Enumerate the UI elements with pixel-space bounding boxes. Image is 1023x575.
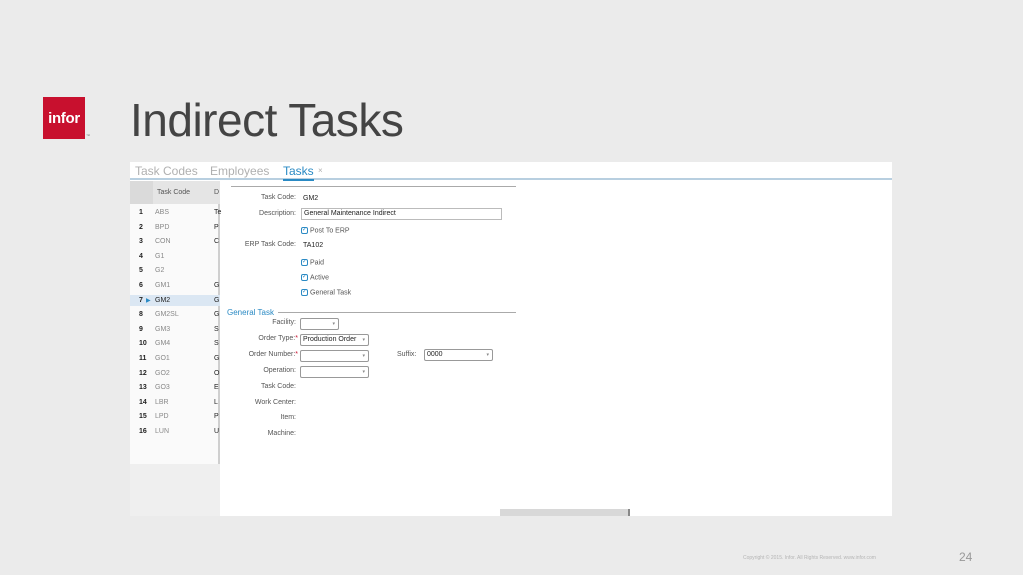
tab-bar: Task Codes Employees Tasks ×: [130, 162, 892, 181]
general-task-section-title: General Task: [227, 308, 274, 317]
chevron-down-icon: ▾: [362, 369, 365, 375]
slide-title: Indirect Tasks: [130, 94, 404, 146]
table-row[interactable]: 6 GM1 G: [130, 280, 220, 291]
row-description: G: [214, 311, 220, 319]
machine-label: Machine:: [267, 430, 296, 437]
item-label: Item:: [280, 414, 296, 421]
row-description: G: [214, 296, 220, 304]
row-task-code: ABS: [155, 209, 170, 216]
description-label: Description:: [259, 210, 296, 217]
row-task-code: GM3: [155, 325, 171, 333]
row-task-code: G2: [155, 267, 165, 275]
erp-task-code-value: TA102: [303, 242, 324, 249]
work-center-label: Work Center:: [254, 399, 296, 406]
row-number: 16: [139, 428, 147, 435]
chevron-down-icon: ▾: [332, 321, 335, 327]
row-task-code: GM1: [155, 282, 171, 289]
table-row[interactable]: 2 BPD P: [130, 222, 220, 233]
row-task-code: LUN: [155, 428, 170, 435]
row-description: G: [214, 282, 220, 289]
active-checkbox[interactable]: ✓ Active: [301, 274, 329, 281]
facility-select[interactable]: ▾: [300, 318, 339, 330]
row-task-code: GO2: [155, 369, 170, 377]
bottom-scrollbar[interactable]: [500, 509, 630, 516]
page-number: 24: [959, 550, 973, 564]
operation-label: Operation:: [263, 367, 296, 374]
operation-select[interactable]: ▾: [300, 366, 369, 378]
general-task-checkbox[interactable]: ✓ General Task: [301, 289, 351, 296]
row-task-code: BPD: [155, 223, 170, 231]
trademark-mark: ™: [86, 133, 90, 138]
row-task-code: G1: [155, 252, 165, 260]
app-screenshot: Task Codes Employees Tasks × Task Code D…: [130, 162, 892, 516]
row-number: 9: [139, 325, 143, 333]
infor-logo: infor: [43, 97, 85, 139]
row-number: 11: [139, 355, 147, 362]
row-number: 10: [139, 340, 147, 348]
row-number: 3: [139, 238, 143, 246]
row-number: 1: [139, 209, 143, 216]
row-number: 4: [139, 252, 143, 260]
grid-corner[interactable]: [130, 181, 153, 204]
row-description: S: [214, 325, 219, 333]
row-task-code: GO3: [155, 384, 170, 392]
row-task-code: LBR: [155, 398, 169, 406]
table-row[interactable]: 4 G1: [130, 251, 220, 262]
table-row[interactable]: 5 G2: [130, 265, 220, 276]
post-to-erp-checkbox[interactable]: ✓ Post To ERP: [301, 227, 350, 234]
row-number: 7: [139, 296, 143, 304]
current-row-arrow-icon: ▶: [146, 297, 151, 304]
order-number-select[interactable]: ▾: [300, 350, 369, 362]
row-number: 6: [139, 282, 143, 289]
row-number: 12: [139, 369, 147, 377]
task-code-grid: Task Code D 1 ABS Te 2 BPD P 3 CON C 4 G1 5 G2 6 GM1 G 7…: [130, 181, 221, 516]
row-description: P: [214, 223, 219, 231]
row-number: 14: [139, 398, 147, 406]
suffix-select[interactable]: 0000 ▾: [424, 349, 493, 361]
suffix-label: Suffix:: [397, 351, 417, 358]
close-tab-icon[interactable]: ×: [318, 166, 323, 175]
row-number: 15: [139, 413, 147, 421]
chevron-down-icon: ▾: [362, 353, 365, 359]
row-number: 5: [139, 267, 143, 275]
row-number: 8: [139, 311, 143, 319]
row-task-code: GM2: [155, 296, 171, 304]
row-task-code: GM2SL: [155, 311, 179, 319]
section-divider: [278, 312, 516, 313]
row-task-code: CON: [155, 238, 171, 246]
chevron-down-icon: ▾: [486, 352, 489, 358]
task-code-2-label: Task Code:: [260, 383, 296, 390]
checkbox-checked-icon: ✓: [301, 289, 308, 296]
checkbox-checked-icon: ✓: [301, 259, 308, 266]
paid-checkbox[interactable]: ✓ Paid: [301, 259, 324, 266]
copyright-text: Copyright © 2015. Infor. All Rights Rese…: [743, 555, 876, 561]
erp-task-code-label: ERP Task Code:: [244, 241, 296, 248]
row-number: 13: [139, 384, 147, 392]
grid-empty-area: [130, 464, 220, 516]
row-number: 2: [139, 223, 143, 231]
task-code-label: Task Code:: [260, 194, 296, 201]
row-task-code: GM4: [155, 340, 171, 348]
row-task-code: GO1: [155, 355, 170, 362]
tab-tasks[interactable]: Tasks: [283, 164, 314, 181]
row-task-code: LPD: [155, 413, 169, 421]
task-code-value: GM2: [303, 195, 319, 202]
task-detail-form: Task Code: GM2 Description: General Main…: [222, 181, 892, 516]
checkbox-checked-icon: ✓: [301, 274, 308, 281]
chevron-down-icon: ▾: [362, 337, 365, 343]
tab-employees[interactable]: Employees: [210, 164, 269, 178]
facility-label: Facility:: [272, 319, 296, 326]
checkbox-checked-icon: ✓: [301, 227, 308, 234]
order-number-label: Order Number:*: [248, 351, 298, 358]
description-input[interactable]: General Maintenance Indirect: [301, 208, 502, 220]
tab-task-codes[interactable]: Task Codes: [135, 164, 198, 178]
order-type-select[interactable]: Production Order ▾: [300, 334, 369, 346]
table-row[interactable]: 7 ▶ GM2 G: [130, 294, 220, 306]
form-divider: [231, 186, 516, 187]
order-type-label: Order Type:*: [258, 335, 298, 342]
